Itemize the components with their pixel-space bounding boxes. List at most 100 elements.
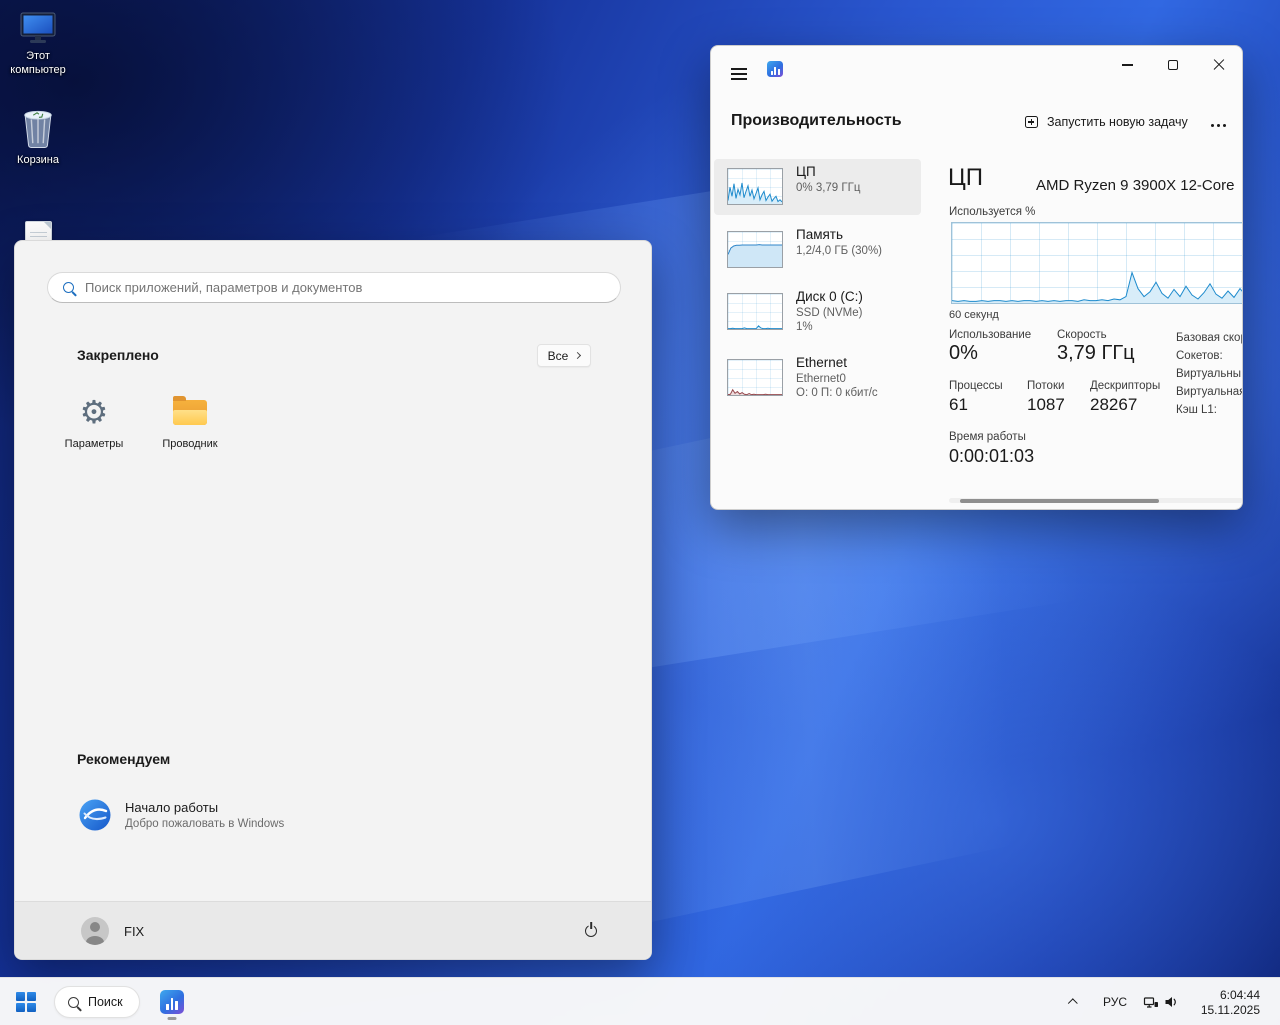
network-icon xyxy=(1143,994,1159,1010)
tray-overflow-button[interactable] xyxy=(1058,984,1088,1020)
stat-value-processes: 61 xyxy=(949,395,968,415)
maximize-icon xyxy=(1168,60,1178,70)
stat-label-speed: Скорость xyxy=(1057,329,1107,341)
running-indicator xyxy=(168,1017,177,1020)
desktop-icon-label: Этот компьютер xyxy=(7,49,69,78)
run-new-task-label: Запустить новую задачу xyxy=(1047,115,1188,129)
stat-value-usage: 0% xyxy=(949,342,978,365)
search-icon xyxy=(68,997,79,1008)
start-menu: Закреплено Все ⚙ Параметры Проводник Рек… xyxy=(14,240,652,960)
memory-mini-graph xyxy=(727,231,783,268)
cpu-section-title: ЦП xyxy=(948,164,983,192)
this-pc-icon xyxy=(18,10,58,46)
stat-label-threads: Потоки xyxy=(1027,380,1064,392)
stat-value-speed: 3,79 ГГц xyxy=(1057,342,1135,365)
cpu-chip-name: AMD Ryzen 9 3900X 12-Core xyxy=(1036,177,1234,194)
sidebar-item-detail2: 1% xyxy=(796,321,813,333)
sidebar-item-disk[interactable]: Диск 0 (C:) SSD (NVMe) 1% xyxy=(714,284,921,342)
power-button[interactable] xyxy=(575,915,607,947)
ellipsis-icon xyxy=(1209,115,1227,130)
sidebar-item-name: Ethernet xyxy=(796,355,847,370)
system-tray: РУС 6:04:44 15.11.2025 xyxy=(1058,978,1280,1025)
spec-label: Базовая скор xyxy=(1176,329,1243,347)
speaker-icon xyxy=(1163,994,1179,1010)
sidebar-item-detail: 1,2/4,0 ГБ (30%) xyxy=(796,245,882,257)
horizontal-scrollbar[interactable] xyxy=(949,498,1243,503)
spec-label: Кэш L1: xyxy=(1176,401,1243,419)
uptime-label: Время работы xyxy=(949,431,1026,443)
desktop-screen: Этот компьютер Корзина Закреплено Все ⚙ … xyxy=(0,0,1280,1025)
task-manager-app-icon xyxy=(767,61,783,77)
clock[interactable]: 6:04:44 15.11.2025 xyxy=(1188,988,1280,1017)
pinned-app-label: Проводник xyxy=(142,438,238,450)
folder-icon xyxy=(173,400,207,425)
recycle-bin-icon xyxy=(19,106,57,150)
taskbar-search-label: Поиск xyxy=(88,995,123,1009)
ethernet-mini-graph xyxy=(727,359,783,396)
maximize-button[interactable] xyxy=(1150,46,1196,84)
tray-time: 6:04:44 xyxy=(1220,988,1260,1002)
stat-label-handles: Дескрипторы xyxy=(1090,380,1160,392)
recommended-item[interactable]: Начало работы Добро пожаловать в Windows xyxy=(71,789,391,841)
close-button[interactable] xyxy=(1196,46,1242,84)
sidebar-item-memory[interactable]: Память 1,2/4,0 ГБ (30%) xyxy=(714,222,921,276)
new-task-icon xyxy=(1025,116,1038,128)
wallpaper-glow xyxy=(640,564,1280,1025)
pinned-header: Закреплено xyxy=(77,347,159,363)
pinned-app-explorer[interactable]: Проводник xyxy=(142,381,238,467)
pinned-app-settings[interactable]: ⚙ Параметры xyxy=(46,381,142,467)
start-menu-footer: FIX xyxy=(15,901,651,959)
close-icon xyxy=(1213,59,1225,71)
minimize-icon xyxy=(1122,64,1133,65)
sidebar-item-name: ЦП xyxy=(796,164,816,179)
user-name: FIX xyxy=(124,924,144,939)
more-options-button[interactable] xyxy=(1203,109,1233,135)
sidebar-item-detail: SSD (NVMe) xyxy=(796,307,862,319)
cpu-usage-graph xyxy=(951,222,1243,304)
language-indicator[interactable]: РУС xyxy=(1096,984,1134,1020)
spec-label: Виртуальная xyxy=(1176,383,1243,401)
stat-value-threads: 1087 xyxy=(1027,395,1065,415)
sidebar-item-detail: Ethernet0 xyxy=(796,373,846,385)
user-avatar-icon xyxy=(81,917,109,945)
user-profile-button[interactable]: FIX xyxy=(81,916,144,946)
sidebar-item-name: Диск 0 (C:) xyxy=(796,289,863,304)
run-new-task-button[interactable]: Запустить новую задачу xyxy=(1015,107,1198,137)
uptime-value: 0:00:01:03 xyxy=(949,446,1034,467)
navigation-menu-button[interactable] xyxy=(723,60,755,88)
desktop-icon-this-pc[interactable]: Этот компьютер xyxy=(7,10,69,78)
tray-network-volume-button[interactable] xyxy=(1134,984,1188,1020)
stat-label-usage: Использование xyxy=(949,329,1031,341)
search-icon xyxy=(63,282,74,293)
all-apps-button[interactable]: Все xyxy=(537,344,591,367)
cpu-graph-caption: Используется % xyxy=(949,206,1035,218)
gear-icon: ⚙ xyxy=(80,396,109,428)
desktop-icon-label: Корзина xyxy=(17,153,59,167)
desktop-icon-recycle-bin[interactable]: Корзина xyxy=(7,106,69,167)
disk-mini-graph xyxy=(727,293,783,330)
chevron-right-icon xyxy=(574,352,581,359)
cpu-mini-graph xyxy=(727,168,783,205)
minimize-button[interactable] xyxy=(1104,46,1150,84)
taskbar-search-button[interactable]: Поиск xyxy=(54,986,140,1018)
windows-logo-icon xyxy=(16,992,37,1013)
stat-label-processes: Процессы xyxy=(949,380,1003,392)
start-search-box[interactable] xyxy=(47,272,621,303)
start-search-input[interactable] xyxy=(85,280,605,295)
stat-value-handles: 28267 xyxy=(1090,395,1137,415)
cpu-spec-labels: Базовая скор Сокетов: Виртуальны Виртуал… xyxy=(1176,329,1243,419)
taskbar-task-manager-button[interactable] xyxy=(152,982,192,1022)
sidebar-item-detail: 0% 3,79 ГГц xyxy=(796,182,860,194)
sidebar-item-cpu[interactable]: ЦП 0% 3,79 ГГц xyxy=(714,159,921,215)
sidebar-item-ethernet[interactable]: Ethernet Ethernet0 О: 0 П: 0 кбит/с xyxy=(714,350,921,408)
start-button[interactable] xyxy=(6,982,46,1022)
task-manager-window: Производительность Запустить новую задач… xyxy=(710,45,1243,510)
get-started-icon xyxy=(79,799,111,831)
recommended-header: Рекомендуем xyxy=(77,751,170,767)
all-apps-label: Все xyxy=(548,349,569,363)
taskbar: Поиск РУС 6:04: xyxy=(0,977,1280,1025)
tray-date: 15.11.2025 xyxy=(1201,1003,1260,1017)
recommended-item-subtitle: Добро пожаловать в Windows xyxy=(125,818,284,830)
spec-label: Виртуальны xyxy=(1176,365,1243,383)
scrollbar-thumb[interactable] xyxy=(960,499,1159,503)
